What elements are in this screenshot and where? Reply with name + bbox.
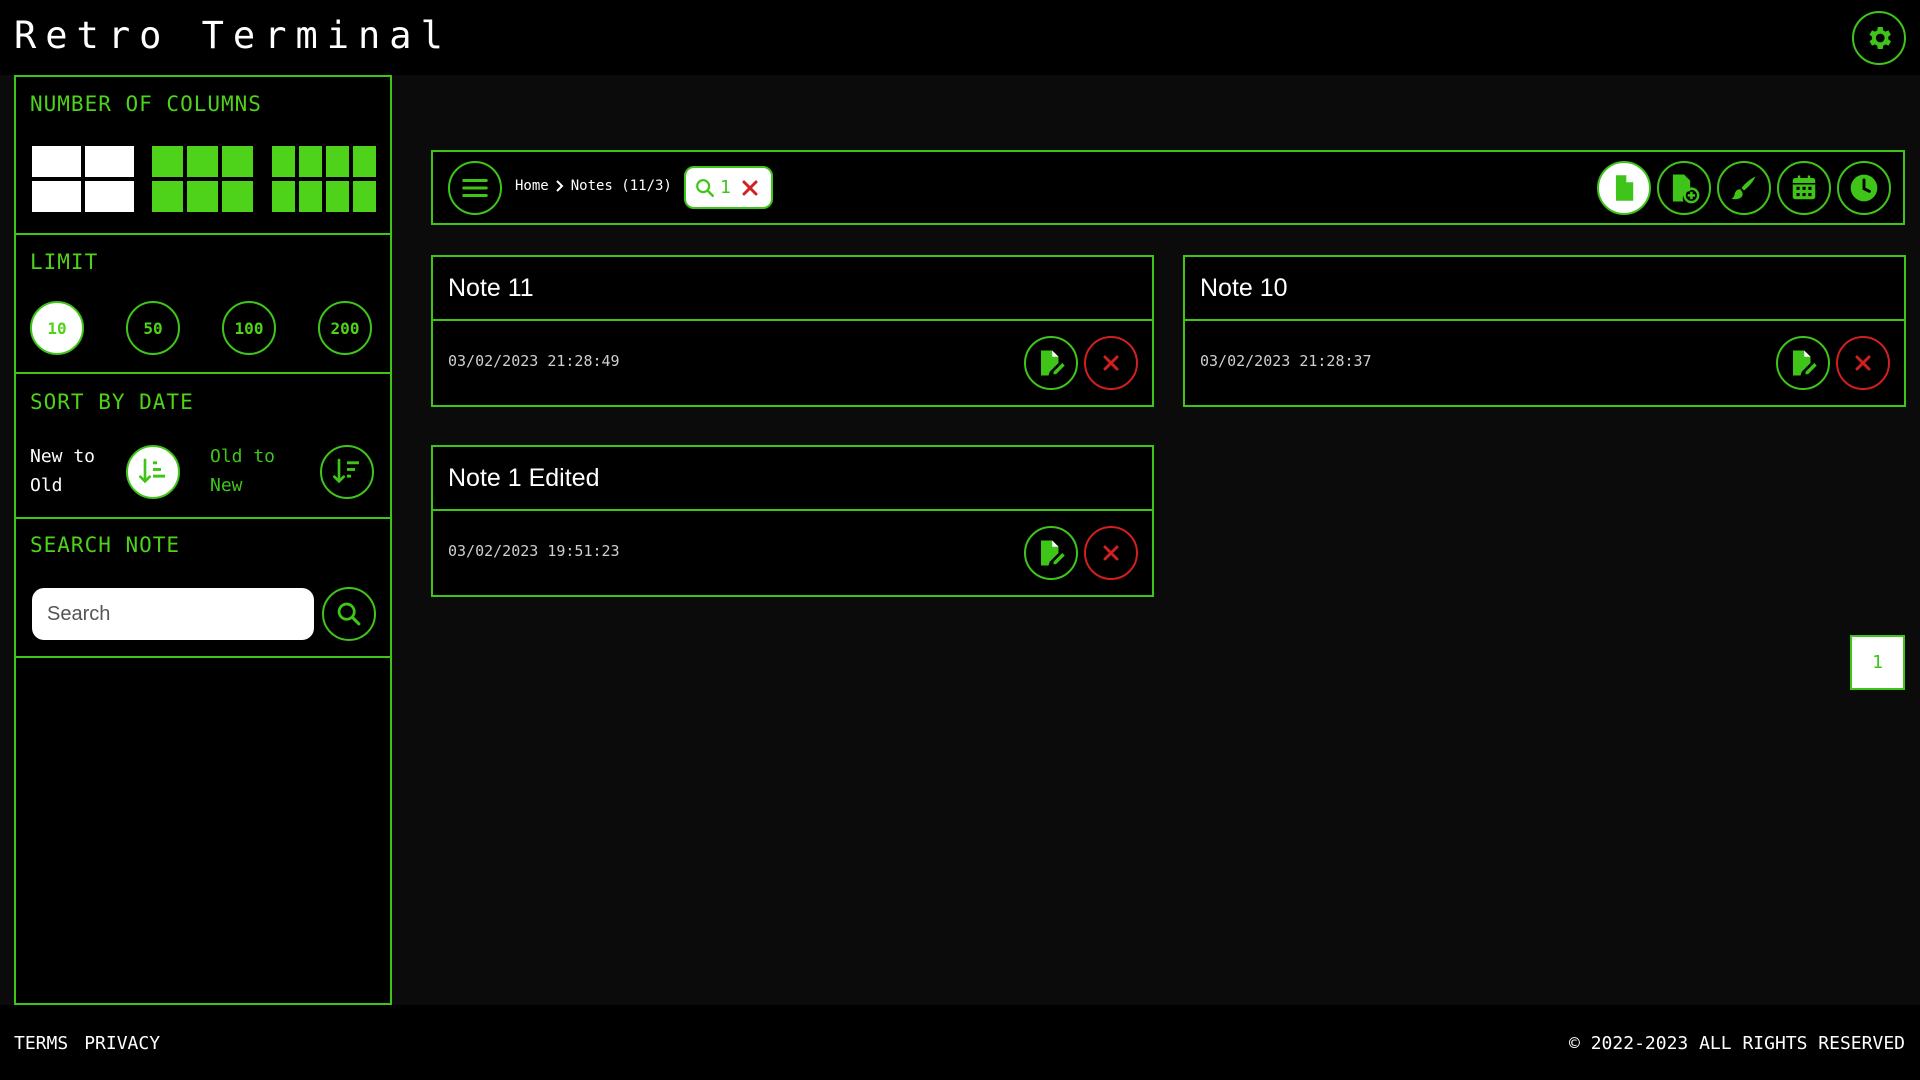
search-icon <box>337 602 361 626</box>
history-button[interactable] <box>1837 161 1891 215</box>
paint-brush-icon <box>1731 176 1756 200</box>
delete-note-button[interactable] <box>1084 336 1138 390</box>
footer: TERMS PRIVACY © 2022-2023 ALL RIGHTS RES… <box>0 1005 1920 1080</box>
edit-document-icon <box>1041 350 1065 376</box>
calendar-icon <box>1792 175 1816 200</box>
sort-new-to-old-button[interactable] <box>126 445 180 499</box>
clock-icon <box>1850 174 1878 202</box>
sort-old-to-new-button[interactable] <box>320 445 374 499</box>
breadcrumb: Home Notes (11/3) <box>515 178 672 194</box>
notes-button[interactable] <box>1597 161 1651 215</box>
edit-note-button[interactable] <box>1024 336 1078 390</box>
settings-button[interactable] <box>1852 11 1906 65</box>
edit-note-button[interactable] <box>1776 336 1830 390</box>
search-chip-text: 1 <box>720 177 731 198</box>
search-section: SEARCH NOTE <box>16 519 390 658</box>
chevron-right-icon <box>556 180 564 192</box>
copyright-text: © 2022-2023 ALL RIGHTS RESERVED <box>1569 1033 1905 1054</box>
note-card: Note 11 03/02/2023 21:28:49 <box>431 255 1154 407</box>
limit-200-button[interactable]: 200 <box>318 301 372 355</box>
delete-note-button[interactable] <box>1084 526 1138 580</box>
columns-3-option[interactable] <box>152 146 253 212</box>
add-document-icon <box>1672 174 1700 204</box>
clear-search-button[interactable] <box>741 179 759 197</box>
edit-note-button[interactable] <box>1024 526 1078 580</box>
terms-link[interactable]: TERMS <box>14 1033 68 1054</box>
limit-section: LIMIT 10 50 100 200 <box>16 235 390 374</box>
sidebar: NUMBER OF COLUMNS LIMIT 10 50 100 200 SO… <box>14 75 392 1005</box>
close-icon <box>742 180 758 195</box>
note-title[interactable]: Note 10 <box>1200 274 1288 303</box>
hamburger-icon <box>462 179 488 197</box>
search-input[interactable] <box>32 588 314 640</box>
limit-title: LIMIT <box>30 250 99 274</box>
app-header: Retro Terminal <box>0 0 1920 75</box>
columns-2-option[interactable] <box>32 146 134 212</box>
note-title[interactable]: Note 11 <box>448 274 534 303</box>
document-icon <box>1615 175 1634 201</box>
limit-50-button[interactable]: 50 <box>126 301 180 355</box>
columns-title: NUMBER OF COLUMNS <box>30 92 262 116</box>
sort-new-to-old-label: New to Old <box>30 446 96 496</box>
privacy-link[interactable]: PRIVACY <box>84 1033 160 1054</box>
note-date: 03/02/2023 19:51:23 <box>448 542 620 560</box>
close-icon <box>1855 355 1871 371</box>
note-card: Note 1 Edited 03/02/2023 19:51:23 <box>431 445 1154 597</box>
close-icon <box>1103 355 1119 371</box>
note-title[interactable]: Note 1 Edited <box>448 464 600 493</box>
delete-note-button[interactable] <box>1836 336 1890 390</box>
limit-10-button[interactable]: 10 <box>30 301 84 355</box>
breadcrumb-home[interactable]: Home <box>515 178 549 194</box>
page-1-button[interactable]: 1 <box>1850 635 1905 690</box>
theme-button[interactable] <box>1717 161 1771 215</box>
edit-document-icon <box>1793 350 1817 376</box>
add-note-button[interactable] <box>1657 161 1711 215</box>
close-icon <box>1103 545 1119 561</box>
note-date: 03/02/2023 21:28:37 <box>1200 352 1372 370</box>
note-date: 03/02/2023 21:28:49 <box>448 352 620 370</box>
sort-title: SORT BY DATE <box>30 390 194 414</box>
search-filter-chip: 1 <box>684 166 773 209</box>
note-card: Note 10 03/02/2023 21:28:37 <box>1183 255 1906 407</box>
limit-100-button[interactable]: 100 <box>222 301 276 355</box>
search-title: SEARCH NOTE <box>30 533 181 557</box>
edit-document-icon <box>1041 540 1065 566</box>
calendar-button[interactable] <box>1777 161 1831 215</box>
sort-ascending-icon <box>333 458 359 484</box>
menu-button[interactable] <box>448 161 502 215</box>
columns-section: NUMBER OF COLUMNS <box>16 77 390 235</box>
sort-old-to-new-label: Old to New <box>210 446 276 496</box>
columns-4-option[interactable] <box>272 146 376 212</box>
search-button[interactable] <box>322 587 376 641</box>
app-title: Retro Terminal <box>14 14 452 57</box>
sort-section: SORT BY DATE New to Old Old to New <box>16 374 390 519</box>
search-icon <box>696 178 714 197</box>
footer-links: TERMS PRIVACY <box>14 1033 160 1054</box>
sort-descending-icon <box>139 458 165 484</box>
gear-icon <box>1869 27 1891 49</box>
breadcrumb-notes: Notes (11/3) <box>570 178 672 194</box>
toolbar: Home Notes (11/3) 1 <box>431 150 1905 225</box>
